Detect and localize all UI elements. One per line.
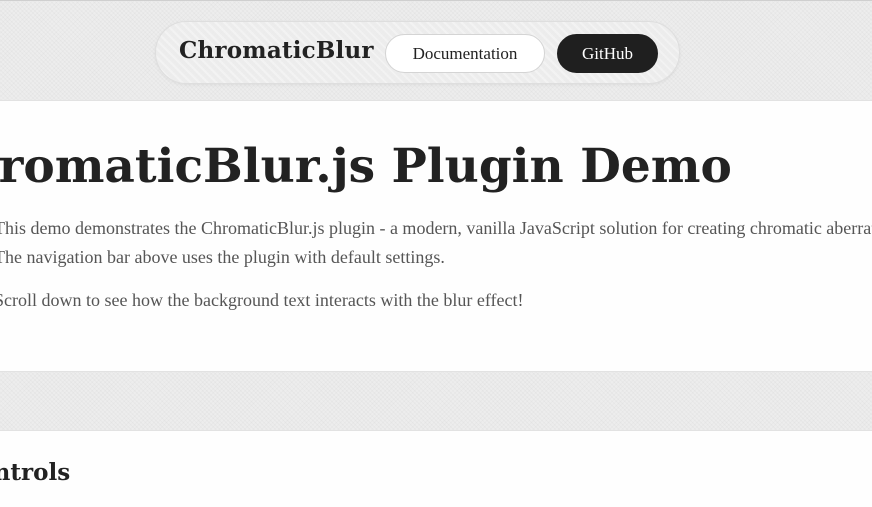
controls-section: Controls xyxy=(0,430,872,507)
page-title: ChromaticBlur.js Plugin Demo xyxy=(0,139,732,194)
hero-scroll-hint: Scroll down to see how the background te… xyxy=(0,290,524,310)
documentation-button[interactable]: Documentation xyxy=(385,34,545,73)
github-button[interactable]: GitHub xyxy=(557,34,658,73)
chromatic-blur-navbar: ChromaticBlur Documentation GitHub xyxy=(155,21,680,84)
hero-section: ChromaticBlur.js Plugin Demo This demo d… xyxy=(0,100,872,372)
hero-description-line: This demo demonstrates the ChromaticBlur… xyxy=(0,218,872,238)
hero-description-line: The navigation bar above uses the plugin… xyxy=(0,247,445,267)
brand-logo[interactable]: ChromaticBlur xyxy=(179,37,374,64)
controls-heading: Controls xyxy=(0,459,71,486)
top-border xyxy=(0,0,872,1)
